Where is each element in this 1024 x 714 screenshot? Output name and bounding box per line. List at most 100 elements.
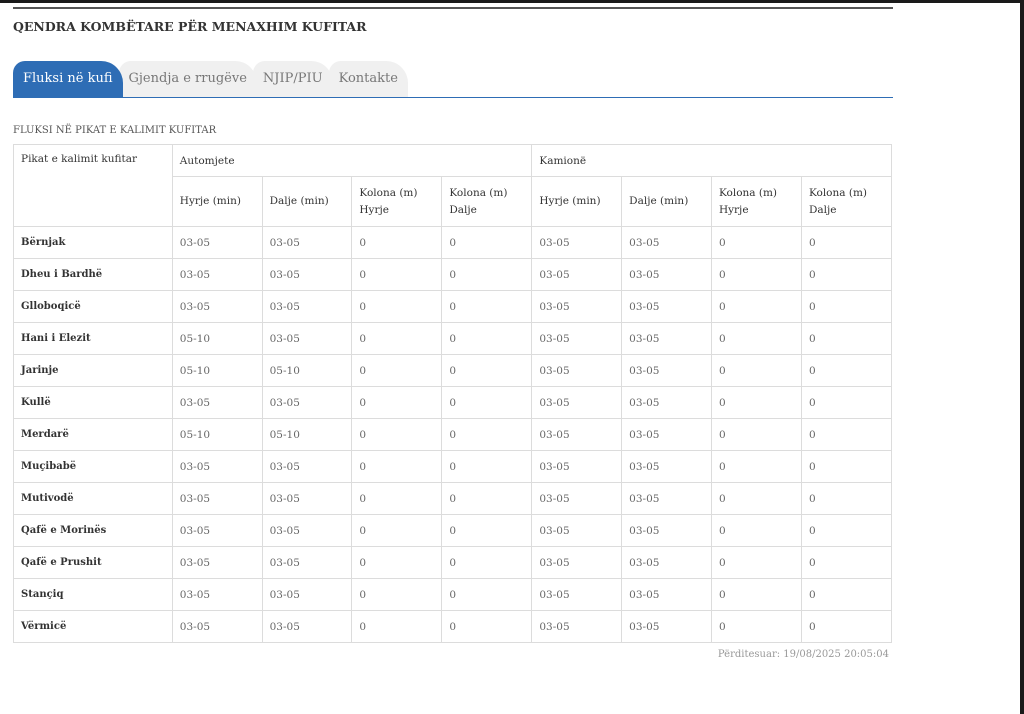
- table-cell: 03-05: [171, 578, 263, 611]
- table-cell: 0: [710, 418, 802, 451]
- table-cell: 03-05: [171, 386, 263, 419]
- table-row: Kullë 03-05 03-05 0 0 03-05 03-05 0 0: [13, 386, 893, 419]
- trucks-header: Kamionë: [531, 144, 892, 177]
- subheader-cell: Dalje (min): [621, 176, 712, 227]
- table-cell: 03-05: [621, 386, 712, 419]
- crossing-name: Qafë e Morinës: [13, 514, 173, 547]
- table-cell: 03-05: [531, 418, 623, 451]
- table-cell: 03-05: [621, 354, 712, 387]
- tab-fluksi[interactable]: Fluksi në kufi: [13, 61, 123, 97]
- subheader-cell: Kolona (m) Hyrje: [351, 176, 443, 227]
- table-row: Glloboqicë 03-05 03-05 0 0 03-05 03-05 0 0: [13, 290, 893, 323]
- table-cell: 03-05: [171, 514, 263, 547]
- table-row: Muçibabë 03-05 03-05 0 0 03-05 03-05 0 0: [13, 450, 893, 483]
- table-cell: 0: [441, 610, 533, 643]
- table-cell: 0: [710, 258, 802, 291]
- section-title: FLUKSI NË PIKAT E KALIMIT KUFITAR: [13, 125, 217, 136]
- table-cell: 0: [351, 354, 443, 387]
- crossing-name: Qafë e Prushit: [13, 546, 173, 579]
- table-cell: 0: [351, 546, 443, 579]
- table-cell: 05-10: [171, 354, 263, 387]
- table-cell: 03-05: [531, 610, 623, 643]
- table-body: Bërnjak 03-05 03-05 0 0 03-05 03-05 0 0 Dheu i Ba…: [13, 226, 893, 643]
- table-cell: 03-05: [531, 354, 623, 387]
- table-cell: 03-05: [621, 578, 712, 611]
- table-cell: 03-05: [531, 546, 623, 579]
- table-cell: 03-05: [621, 322, 712, 355]
- table-cell: 05-10: [171, 322, 263, 355]
- table-cell: 03-05: [261, 226, 353, 259]
- subheader-cell: Hyrje (min): [531, 176, 623, 227]
- tab-bar: Fluksi në kufi Gjendja e rrugëve NJIP/PI…: [13, 59, 893, 98]
- tab-gjendja[interactable]: Gjendja e rrugëve: [118, 61, 257, 97]
- table-cell: 03-05: [261, 322, 353, 355]
- table-cell: 0: [351, 482, 443, 515]
- table-cell: 0: [441, 418, 533, 451]
- table-cell: 03-05: [261, 482, 353, 515]
- table-cell: 0: [351, 226, 443, 259]
- table-cell: 0: [800, 450, 893, 483]
- table-cell: 03-05: [261, 450, 353, 483]
- table-cell: 0: [800, 610, 893, 643]
- header-rule: [13, 7, 893, 9]
- table-cell: 0: [441, 514, 533, 547]
- table-cell: 03-05: [171, 610, 263, 643]
- table-row: Qafë e Prushit 03-05 03-05 0 0 03-05 03-05 0 0: [13, 546, 893, 579]
- subheader-cell: Kolona (m) Hyrje: [710, 176, 802, 227]
- table-row: Mutivodë 03-05 03-05 0 0 03-05 03-05 0 0: [13, 482, 893, 515]
- table-cell: 03-05: [171, 258, 263, 291]
- crossing-name: Jarinje: [13, 354, 173, 387]
- table-cell: 05-10: [171, 418, 263, 451]
- top-bar: [0, 0, 1024, 3]
- table-cell: 03-05: [531, 514, 623, 547]
- crossing-name: Muçibabë: [13, 450, 173, 483]
- tab-njip[interactable]: NJIP/PIU: [252, 61, 333, 97]
- table-cell: 0: [710, 546, 802, 579]
- table-cell: 03-05: [261, 578, 353, 611]
- subheader-cell: Kolona (m) Dalje: [800, 176, 893, 227]
- table-row: Qafë e Morinës 03-05 03-05 0 0 03-05 03-05 0 0: [13, 514, 893, 547]
- crossing-name: Vërmicë: [13, 610, 173, 643]
- page-title: QENDRA KOMBËTARE PËR MENAXHIM KUFITAR: [13, 19, 367, 34]
- table-cell: 0: [800, 578, 893, 611]
- table-cell: 03-05: [531, 322, 623, 355]
- table-cell: 0: [441, 546, 533, 579]
- table-cell: 0: [710, 322, 802, 355]
- table-cell: 0: [710, 386, 802, 419]
- table-cell: 0: [351, 290, 443, 323]
- table-cell: 03-05: [171, 450, 263, 483]
- table-cell: 0: [351, 450, 443, 483]
- table-cell: 0: [441, 226, 533, 259]
- tab-kontakte[interactable]: Kontakte: [328, 61, 408, 97]
- table-row: Vërmicë 03-05 03-05 0 0 03-05 03-05 0 0: [13, 610, 893, 643]
- table-cell: 0: [710, 514, 802, 547]
- table-cell: 03-05: [171, 482, 263, 515]
- table-cell: 03-05: [531, 450, 623, 483]
- table-row: Jarinje 05-10 05-10 0 0 03-05 03-05 0 0: [13, 354, 893, 387]
- crossing-name: Dheu i Bardhë: [13, 258, 173, 291]
- table-cell: 05-10: [261, 354, 353, 387]
- crossing-name: Mutivodë: [13, 482, 173, 515]
- table-cell: 03-05: [261, 546, 353, 579]
- table-cell: 03-05: [621, 546, 712, 579]
- table-cell: 03-05: [261, 290, 353, 323]
- table-cell: 03-05: [531, 386, 623, 419]
- table-cell: 0: [800, 258, 893, 291]
- subheader-cell: Kolona (m) Dalje: [441, 176, 533, 227]
- subheader-cell: Dalje (min): [261, 176, 353, 227]
- place-header: Pikat e kalimit kufitar: [13, 144, 173, 227]
- table-cell: 0: [441, 290, 533, 323]
- crossing-name: Merdarë: [13, 418, 173, 451]
- table-row: Stançiq 03-05 03-05 0 0 03-05 03-05 0 0: [13, 578, 893, 611]
- table-cell: 0: [351, 578, 443, 611]
- table-cell: 03-05: [261, 514, 353, 547]
- table-cell: 03-05: [621, 226, 712, 259]
- table-cell: 03-05: [621, 482, 712, 515]
- scrollbar-edge: [1020, 0, 1024, 714]
- table-cell: 0: [710, 226, 802, 259]
- table-row: Hani i Elezit 05-10 03-05 0 0 03-05 03-05 0 0: [13, 322, 893, 355]
- table-cell: 0: [800, 290, 893, 323]
- table-row: Dheu i Bardhë 03-05 03-05 0 0 03-05 03-05 0 0: [13, 258, 893, 291]
- subheader-cell: Hyrje (min): [171, 176, 263, 227]
- table-cell: 03-05: [621, 258, 712, 291]
